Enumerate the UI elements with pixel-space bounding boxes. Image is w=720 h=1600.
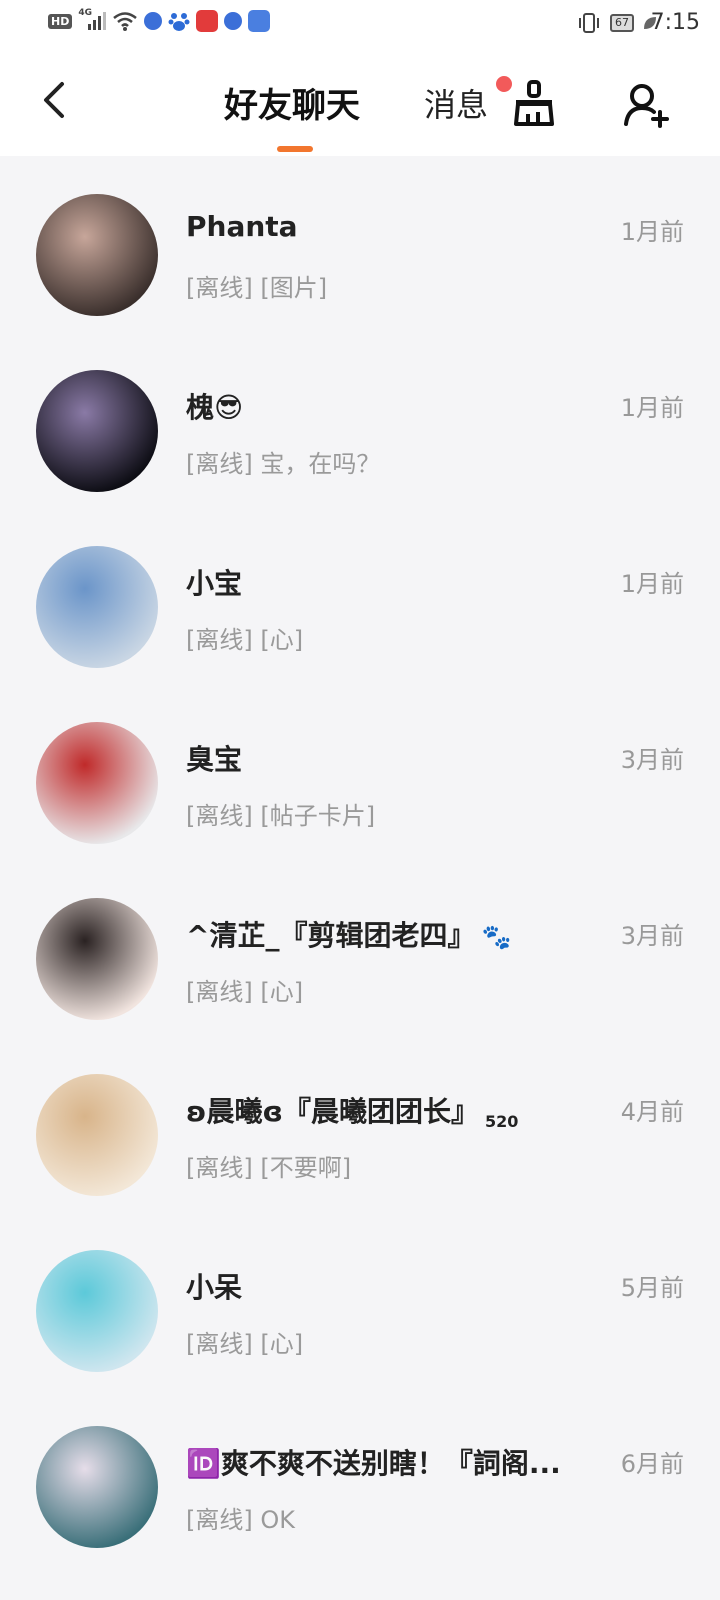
chat-time: 1月前 bbox=[620, 218, 684, 246]
message-preview: [离线] 宝，在吗？ bbox=[186, 444, 380, 479]
battery-icon: 67 bbox=[610, 14, 634, 32]
avatar[interactable] bbox=[36, 546, 158, 668]
avatar[interactable] bbox=[36, 194, 158, 316]
avatar[interactable] bbox=[36, 370, 158, 492]
contact-name: Phanta bbox=[186, 210, 298, 243]
online-status: [离线] bbox=[186, 1330, 253, 1358]
message-preview: [离线] [不要啊] bbox=[186, 1148, 351, 1183]
chat-list: Phanta 1月前 [离线] [图片] 槐😎 1月前 [离线] 宝，在吗？ 小… bbox=[0, 156, 720, 1564]
list-item[interactable]: 🆔爽不爽不送别瞎！『詞阁... 6月前 [离线] OK bbox=[0, 1388, 720, 1564]
contact-name: 🆔爽不爽不送别瞎！『詞阁... bbox=[186, 1447, 561, 1480]
online-status: [离线] bbox=[186, 274, 253, 302]
chat-time: 1月前 bbox=[620, 394, 684, 422]
contact-name: ^清芷_『剪辑团老四』 🐾 bbox=[186, 919, 512, 952]
active-tab-indicator bbox=[277, 146, 313, 152]
app-icon bbox=[224, 12, 243, 30]
video-app-icon bbox=[196, 10, 219, 32]
contact-name: 臭宝 bbox=[186, 743, 243, 776]
message-preview: [离线] [帖子卡片] bbox=[186, 796, 375, 831]
app-icon bbox=[144, 12, 163, 30]
online-status: [离线] bbox=[186, 978, 253, 1006]
avatar[interactable] bbox=[36, 1250, 158, 1372]
chat-time: 3月前 bbox=[620, 746, 684, 774]
chat-time: 1月前 bbox=[620, 570, 684, 598]
signal-icon: 4G bbox=[78, 8, 107, 32]
contact-name: 小呆 bbox=[186, 1271, 243, 1304]
baidu-icon bbox=[168, 13, 190, 31]
contact-name: 槐😎 bbox=[186, 391, 244, 424]
message-preview: [离线] OK bbox=[186, 1500, 295, 1535]
chat-time: 4月前 bbox=[620, 1098, 684, 1126]
online-status: [离线] bbox=[186, 1154, 253, 1182]
online-status: [离线] bbox=[186, 626, 253, 654]
status-icons-left: HD 4G bbox=[48, 8, 271, 32]
list-item[interactable]: Phanta 1月前 [离线] [图片] bbox=[0, 156, 720, 332]
message-preview: [离线] [心] bbox=[186, 972, 303, 1007]
list-item[interactable]: 小呆 5月前 [离线] [心] bbox=[0, 1212, 720, 1388]
chevron-left-icon[interactable] bbox=[36, 78, 76, 122]
last-message: [不要啊] bbox=[260, 1154, 352, 1182]
avatar[interactable] bbox=[36, 1074, 158, 1196]
file-app-icon bbox=[248, 10, 271, 32]
list-item[interactable]: 槐😎 1月前 [离线] 宝，在吗？ bbox=[0, 332, 720, 508]
vibrate-icon bbox=[579, 13, 599, 33]
hd-icon: HD bbox=[48, 13, 73, 29]
chat-time: 6月前 bbox=[620, 1450, 684, 1478]
clock: 7:15 bbox=[650, 10, 700, 35]
list-item[interactable]: ^清芷_『剪辑团老四』 🐾 3月前 [离线] [心] bbox=[0, 860, 720, 1036]
last-message: 宝，在吗？ bbox=[260, 450, 381, 478]
tab-messages[interactable]: 消息 bbox=[424, 80, 488, 126]
status-icons-right: 67 bbox=[576, 12, 658, 34]
last-message: [帖子卡片] bbox=[260, 802, 376, 830]
network-type: 4G bbox=[78, 8, 92, 18]
add-user-icon[interactable] bbox=[622, 80, 672, 130]
last-message: OK bbox=[260, 1506, 296, 1534]
message-preview: [离线] [图片] bbox=[186, 268, 327, 303]
list-item[interactable]: 小宝 1月前 [离线] [心] bbox=[0, 508, 720, 684]
chat-time: 3月前 bbox=[620, 922, 684, 950]
list-item[interactable]: ʚ晨曦ɞ『晨曦团团长』 520 4月前 [离线] [不要啊] bbox=[0, 1036, 720, 1212]
contact-name: 小宝 bbox=[186, 567, 243, 600]
status-bar: HD 4G 67 7:15 bbox=[0, 0, 720, 48]
top-nav: 好友聊天 消息 bbox=[0, 48, 720, 156]
last-message: [心] bbox=[260, 978, 304, 1006]
last-message: [心] bbox=[260, 626, 304, 654]
message-preview: [离线] [心] bbox=[186, 620, 303, 655]
tab-friend-chat[interactable]: 好友聊天 bbox=[224, 78, 360, 127]
contact-name: ʚ晨曦ɞ『晨曦团团长』 520 bbox=[186, 1095, 519, 1131]
last-message: [图片] bbox=[260, 274, 328, 302]
broom-icon[interactable] bbox=[508, 78, 560, 130]
avatar[interactable] bbox=[36, 1426, 158, 1548]
name-suffix: 520 bbox=[484, 1112, 519, 1131]
online-status: [离线] bbox=[186, 450, 253, 478]
avatar[interactable] bbox=[36, 898, 158, 1020]
wifi-icon bbox=[113, 12, 138, 31]
avatar[interactable] bbox=[36, 722, 158, 844]
list-item[interactable]: 臭宝 3月前 [离线] [帖子卡片] bbox=[0, 684, 720, 860]
message-preview: [离线] [心] bbox=[186, 1324, 303, 1359]
online-status: [离线] bbox=[186, 1506, 253, 1534]
chat-time: 5月前 bbox=[620, 1274, 684, 1302]
online-status: [离线] bbox=[186, 802, 253, 830]
last-message: [心] bbox=[260, 1330, 304, 1358]
paw-icon: 🐾 bbox=[481, 923, 512, 951]
